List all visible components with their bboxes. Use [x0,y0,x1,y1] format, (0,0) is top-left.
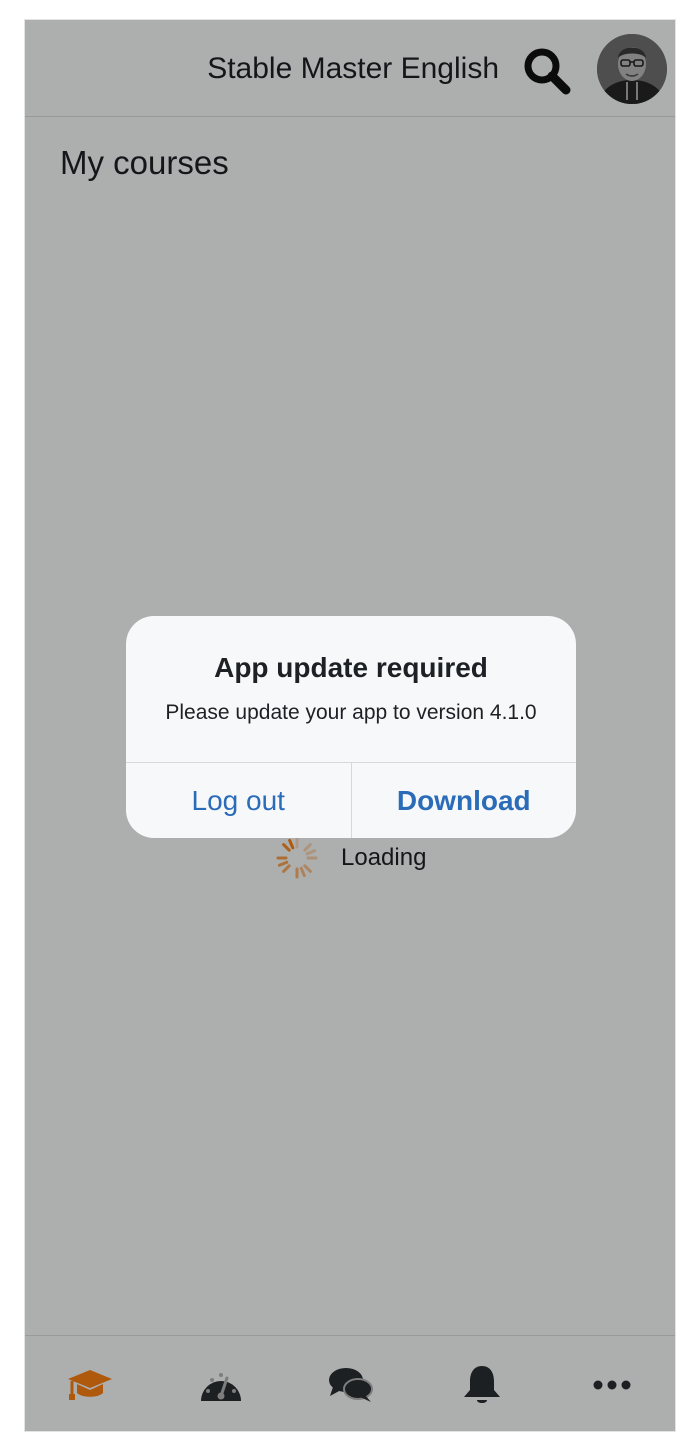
app-screen: Stable Master English My courses Loading… [24,19,676,1432]
dialog-title: App update required [214,652,488,683]
app-update-dialog: App update required Please update your a… [126,616,576,838]
download-button[interactable]: Download [350,763,577,838]
log-out-button[interactable]: Log out [126,763,351,838]
dialog-buttons: Log out Download [126,762,576,838]
dialog-message: Please update your app to version 4.1.0 [165,701,537,724]
